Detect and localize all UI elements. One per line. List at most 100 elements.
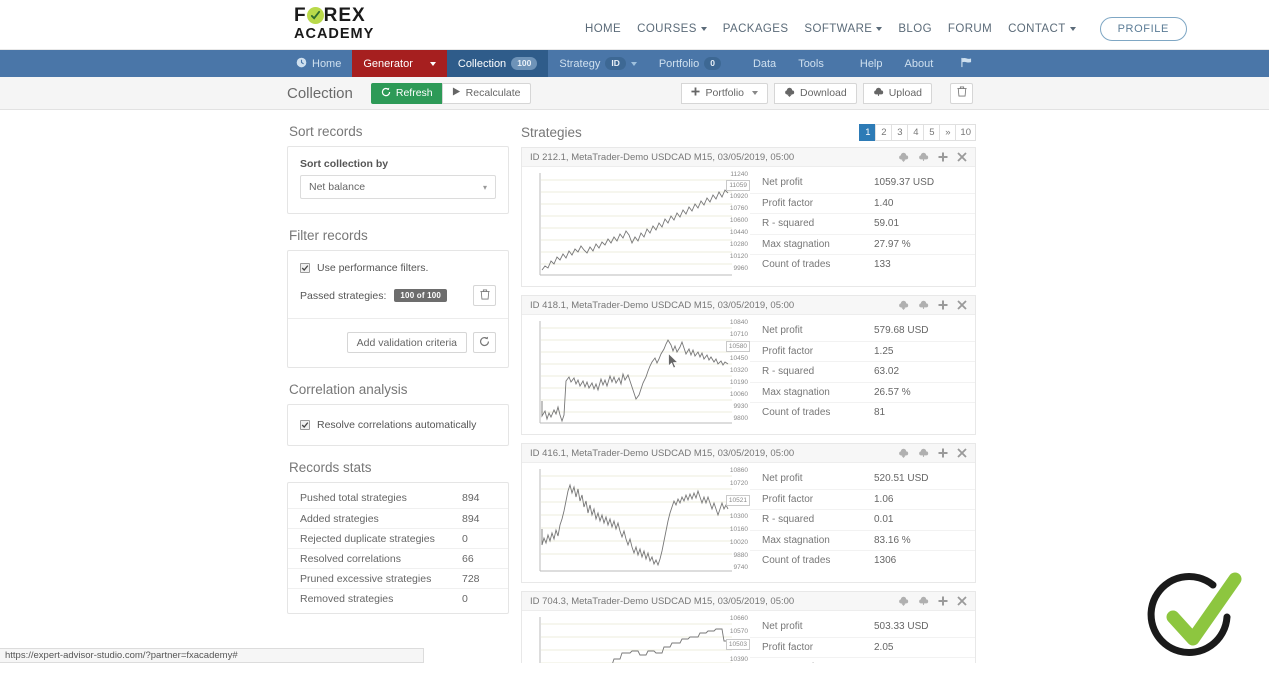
axis-tick: 10840 bbox=[729, 319, 748, 326]
app-nav-item-data[interactable]: Data bbox=[742, 50, 787, 77]
site-nav-packages-label: PACKAGES bbox=[722, 23, 789, 35]
upload-button[interactable]: Upload bbox=[862, 82, 932, 104]
reset-criteria-button[interactable] bbox=[473, 332, 496, 353]
stats-row-label: Resolved correlations bbox=[300, 552, 401, 565]
refresh-button[interactable]: Refresh bbox=[370, 82, 443, 104]
site-nav-contact-label: CONTACT bbox=[1008, 23, 1066, 35]
download-cloud-icon[interactable] bbox=[898, 448, 909, 458]
recalculate-button[interactable]: Recalculate bbox=[441, 82, 531, 104]
profile-button[interactable]: PROFILE bbox=[1099, 17, 1187, 41]
metric-label: Count of trades bbox=[762, 555, 831, 567]
close-icon[interactable] bbox=[957, 300, 967, 310]
app-nav-item-portfolio[interactable]: Portfolio 0 bbox=[648, 50, 732, 77]
metric-value: 27.97 % bbox=[874, 238, 911, 250]
close-icon[interactable] bbox=[957, 152, 967, 162]
site-nav-contact[interactable]: CONTACT bbox=[1008, 23, 1076, 35]
strategy-card: ID 418.1, MetaTrader-Demo USDCAD M15, 03… bbox=[521, 295, 976, 435]
metric-row: R - squared 0.01 bbox=[750, 509, 975, 530]
resolve-correlations-row[interactable]: Resolve correlations automatically bbox=[300, 419, 496, 431]
metric-row: R - squared 63.02 bbox=[750, 361, 975, 382]
site-nav-blog[interactable]: BLOG bbox=[898, 23, 932, 35]
site-nav-home[interactable]: HOME bbox=[585, 23, 621, 35]
refresh-icon bbox=[381, 87, 391, 100]
app-nav-item-strategy[interactable]: Strategy ID bbox=[548, 50, 647, 77]
axis-tick: 10440 bbox=[729, 229, 748, 236]
upload-cloud-icon[interactable] bbox=[918, 596, 929, 606]
stats-row-label: Pruned excessive strategies bbox=[300, 572, 432, 585]
app-nav-item-help[interactable]: Help bbox=[849, 50, 894, 77]
plus-icon[interactable] bbox=[938, 596, 948, 606]
plus-icon[interactable] bbox=[938, 300, 948, 310]
plus-icon bbox=[691, 87, 701, 99]
upload-cloud-icon[interactable] bbox=[918, 300, 929, 310]
page-next-button[interactable]: » bbox=[939, 124, 957, 141]
use-performance-filters-label: Use performance filters. bbox=[317, 262, 429, 274]
passed-strategies-badge: 100 of 100 bbox=[394, 289, 448, 302]
app-nav-item-home[interactable]: Home bbox=[285, 50, 352, 77]
metric-row: Net profit 520.51 USD bbox=[750, 468, 975, 489]
site-nav-packages[interactable]: PACKAGES bbox=[723, 23, 789, 35]
balance-chart-svg bbox=[539, 173, 732, 276]
plus-icon[interactable] bbox=[938, 448, 948, 458]
metric-label: Count of trades bbox=[762, 407, 831, 419]
page-3-button[interactable]: 3 bbox=[891, 124, 909, 141]
page-1-button[interactable]: 1 bbox=[859, 124, 877, 141]
strategy-metrics: Net profit 1059.37 USD Profit factor 1.40 … bbox=[750, 167, 975, 286]
sort-collection-by-select[interactable]: Net balance ▾ bbox=[300, 175, 496, 199]
download-cloud-icon[interactable] bbox=[898, 300, 909, 310]
metric-value: 26.57 % bbox=[874, 386, 911, 398]
stats-row-label: Added strategies bbox=[300, 512, 379, 525]
resolve-correlations-checkbox[interactable] bbox=[300, 420, 310, 430]
metric-label: R - squared bbox=[762, 218, 815, 230]
use-performance-filters-row[interactable]: Use performance filters. bbox=[300, 262, 496, 274]
app-nav-item-generator[interactable]: Generator bbox=[352, 50, 447, 77]
close-icon[interactable] bbox=[957, 596, 967, 606]
app-nav-item-tools[interactable]: Tools bbox=[787, 50, 835, 77]
axis-tick: 9880 bbox=[733, 552, 748, 559]
page-10-button[interactable]: 10 bbox=[955, 124, 976, 141]
site-nav-courses[interactable]: COURSES bbox=[637, 23, 707, 35]
strategy-card-actions bbox=[898, 448, 967, 458]
add-validation-criteria-button[interactable]: Add validation criteria bbox=[346, 332, 467, 353]
strategy-card-actions bbox=[898, 596, 967, 606]
axis-tick: 9960 bbox=[733, 265, 748, 272]
upload-cloud-icon[interactable] bbox=[918, 152, 929, 162]
delete-collection-button[interactable] bbox=[950, 82, 973, 104]
site-nav-forum-label: FORUM bbox=[947, 23, 993, 35]
metric-row: Count of trades 1306 bbox=[750, 550, 975, 571]
app-nav-item-about[interactable]: About bbox=[894, 50, 945, 77]
site-nav-forum[interactable]: FORUM bbox=[948, 23, 992, 35]
strategy-card-title: ID 418.1, MetaTrader-Demo USDCAD M15, 03… bbox=[530, 299, 795, 311]
balance-chart: 11240 11059 10920 10760 10600 10440 1028… bbox=[522, 167, 750, 286]
strategy-card: ID 704.3, MetaTrader-Demo USDCAD M15, 03… bbox=[521, 591, 976, 673]
download-button[interactable]: Download bbox=[774, 82, 857, 104]
plus-icon[interactable] bbox=[938, 152, 948, 162]
upload-cloud-icon[interactable] bbox=[918, 448, 929, 458]
axis-tick: 10710 bbox=[729, 331, 748, 338]
portfolio-count-badge: 0 bbox=[704, 57, 721, 70]
sort-collection-by-label: Sort collection by bbox=[300, 158, 389, 170]
page-title: Collection bbox=[287, 84, 353, 102]
stats-row-value: 728 bbox=[462, 572, 480, 585]
download-cloud-icon[interactable] bbox=[898, 596, 909, 606]
flag-icon[interactable] bbox=[960, 57, 973, 71]
page-4-button[interactable]: 4 bbox=[907, 124, 925, 141]
metric-label: Profit factor bbox=[762, 641, 814, 653]
download-cloud-icon bbox=[784, 87, 795, 100]
page-2-button[interactable]: 2 bbox=[875, 124, 893, 141]
portfolio-button[interactable]: Portfolio bbox=[681, 82, 769, 104]
axis-tick: 10860 bbox=[729, 467, 748, 474]
site-logo[interactable]: F REX ACADEMY bbox=[294, 6, 382, 42]
close-icon[interactable] bbox=[957, 448, 967, 458]
use-performance-filters-checkbox[interactable] bbox=[300, 263, 310, 273]
chevron-down-icon bbox=[630, 61, 637, 66]
app-nav-item-collection[interactable]: Collection 100 bbox=[446, 50, 549, 77]
site-nav-software[interactable]: SOFTWARE bbox=[804, 23, 883, 35]
metric-row: R - squared 59.01 bbox=[750, 213, 975, 234]
page-5-button[interactable]: 5 bbox=[923, 124, 941, 141]
clear-filters-button[interactable] bbox=[473, 285, 496, 306]
axis-tick: 10060 bbox=[729, 391, 748, 398]
strategy-card-title: ID 416.1, MetaTrader-Demo USDCAD M15, 03… bbox=[530, 447, 795, 459]
refresh-icon bbox=[479, 334, 490, 352]
download-cloud-icon[interactable] bbox=[898, 152, 909, 162]
